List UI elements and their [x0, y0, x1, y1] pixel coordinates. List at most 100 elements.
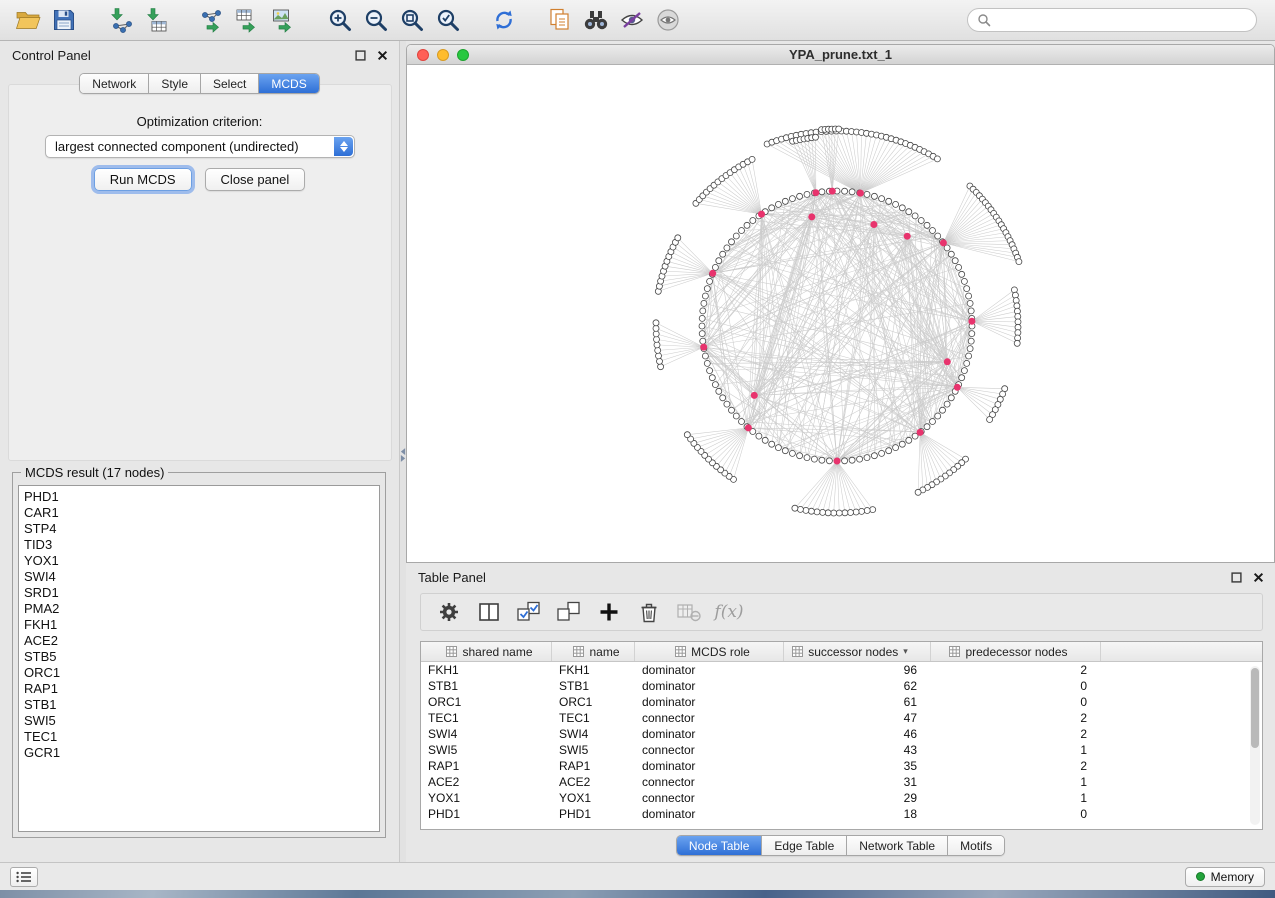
result-node-item[interactable]: ORC1 — [24, 665, 379, 681]
zoom-fit-button[interactable] — [394, 4, 430, 36]
table-cell[interactable]: PHD1 — [552, 806, 635, 822]
result-node-item[interactable]: RAP1 — [24, 681, 379, 697]
show-graphics-details-button[interactable] — [650, 4, 686, 36]
result-node-item[interactable]: TID3 — [24, 537, 379, 553]
task-history-button[interactable] — [10, 867, 38, 887]
result-node-item[interactable]: FKH1 — [24, 617, 379, 633]
tab-motifs[interactable]: Motifs — [948, 836, 1004, 855]
table-cell[interactable]: ORC1 — [421, 694, 552, 710]
table-scrollbar[interactable] — [1250, 666, 1260, 825]
table-cell[interactable]: STB1 — [421, 678, 552, 694]
refresh-layout-button[interactable] — [486, 4, 522, 36]
create-column-button[interactable] — [591, 596, 627, 628]
table-cell[interactable]: 2 — [931, 662, 1101, 678]
tab-style[interactable]: Style — [149, 74, 201, 93]
search-network-button[interactable] — [578, 4, 614, 36]
result-node-item[interactable]: PMA2 — [24, 601, 379, 617]
select-all-columns-button[interactable] — [511, 596, 547, 628]
table-cell[interactable]: PHD1 — [421, 806, 552, 822]
table-cell[interactable]: ACE2 — [421, 774, 552, 790]
control-panel-float-button[interactable] — [354, 49, 367, 62]
column-header-shared-name[interactable]: shared name — [421, 642, 552, 661]
tab-network-table[interactable]: Network Table — [847, 836, 948, 855]
export-network-button[interactable] — [194, 4, 230, 36]
table-cell[interactable]: 43 — [784, 742, 931, 758]
table-cell[interactable]: STB1 — [552, 678, 635, 694]
table-row[interactable]: RAP1RAP1dominator352 — [421, 758, 1262, 774]
column-header-name[interactable]: name — [552, 642, 635, 661]
table-cell[interactable]: dominator — [635, 806, 784, 822]
table-cell[interactable]: 1 — [931, 742, 1101, 758]
export-table-button[interactable] — [230, 4, 266, 36]
result-node-item[interactable]: STB5 — [24, 649, 379, 665]
table-cell[interactable]: ACE2 — [552, 774, 635, 790]
table-row[interactable]: ACE2ACE2connector311 — [421, 774, 1262, 790]
table-cell[interactable]: 96 — [784, 662, 931, 678]
memory-button[interactable]: Memory — [1185, 867, 1265, 887]
hide-graphics-details-button[interactable] — [614, 4, 650, 36]
table-cell[interactable]: FKH1 — [552, 662, 635, 678]
toolbar-search-box[interactable] — [967, 8, 1257, 32]
table-cell[interactable]: dominator — [635, 726, 784, 742]
table-cell[interactable]: 0 — [931, 678, 1101, 694]
table-cell[interactable]: connector — [635, 742, 784, 758]
table-row[interactable]: ORC1ORC1dominator610 — [421, 694, 1262, 710]
table-cell[interactable]: 0 — [931, 694, 1101, 710]
result-node-item[interactable]: ACE2 — [24, 633, 379, 649]
result-node-item[interactable]: TEC1 — [24, 729, 379, 745]
delete-table-button[interactable] — [671, 596, 707, 628]
table-cell[interactable]: 29 — [784, 790, 931, 806]
table-cell[interactable]: 1 — [931, 774, 1101, 790]
deselect-all-columns-button[interactable] — [551, 596, 587, 628]
table-cell[interactable]: connector — [635, 774, 784, 790]
table-row[interactable]: SWI4SWI4dominator462 — [421, 726, 1262, 742]
table-cell[interactable]: YOX1 — [421, 790, 552, 806]
zoom-in-button[interactable] — [322, 4, 358, 36]
table-cell[interactable]: 47 — [784, 710, 931, 726]
table-cell[interactable]: FKH1 — [421, 662, 552, 678]
result-node-item[interactable]: STP4 — [24, 521, 379, 537]
result-node-item[interactable]: SWI4 — [24, 569, 379, 585]
tab-edge-table[interactable]: Edge Table — [762, 836, 847, 855]
zoom-selected-button[interactable] — [430, 4, 466, 36]
table-cell[interactable]: 1 — [931, 790, 1101, 806]
zoom-out-button[interactable] — [358, 4, 394, 36]
table-cell[interactable]: dominator — [635, 662, 784, 678]
table-cell[interactable]: RAP1 — [421, 758, 552, 774]
result-node-item[interactable]: SRD1 — [24, 585, 379, 601]
table-cell[interactable]: 18 — [784, 806, 931, 822]
table-cell[interactable]: 35 — [784, 758, 931, 774]
table-cell[interactable]: dominator — [635, 678, 784, 694]
table-cell[interactable]: TEC1 — [421, 710, 552, 726]
show-columns-button[interactable] — [471, 596, 507, 628]
table-cell[interactable]: 2 — [931, 726, 1101, 742]
table-cell[interactable]: ORC1 — [552, 694, 635, 710]
result-node-item[interactable]: GCR1 — [24, 745, 379, 761]
table-panel-float-button[interactable] — [1230, 571, 1243, 584]
table-row[interactable]: SWI5SWI5connector431 — [421, 742, 1262, 758]
table-row[interactable]: TEC1TEC1connector472 — [421, 710, 1262, 726]
table-cell[interactable]: 61 — [784, 694, 931, 710]
table-cell[interactable]: 31 — [784, 774, 931, 790]
table-row[interactable]: PHD1PHD1dominator180 — [421, 806, 1262, 822]
tab-network[interactable]: Network — [80, 74, 149, 93]
save-session-button[interactable] — [46, 4, 82, 36]
column-header-successor-nodes[interactable]: successor nodes ▾ — [784, 642, 931, 661]
criterion-dropdown[interactable]: largest connected component (undirected) — [45, 135, 355, 158]
tab-select[interactable]: Select — [201, 74, 259, 93]
table-cell[interactable]: 2 — [931, 710, 1101, 726]
run-mcds-button[interactable]: Run MCDS — [94, 168, 192, 191]
table-row[interactable]: FKH1FKH1dominator962 — [421, 662, 1262, 678]
table-settings-button[interactable] — [431, 596, 467, 628]
table-cell[interactable]: 2 — [931, 758, 1101, 774]
table-cell[interactable]: connector — [635, 790, 784, 806]
table-cell[interactable]: SWI4 — [552, 726, 635, 742]
table-cell[interactable]: SWI5 — [421, 742, 552, 758]
tab-node-table[interactable]: Node Table — [677, 836, 763, 855]
table-cell[interactable]: connector — [635, 710, 784, 726]
table-cell[interactable]: RAP1 — [552, 758, 635, 774]
table-panel-close-button[interactable] — [1252, 571, 1265, 584]
table-row[interactable]: YOX1YOX1connector291 — [421, 790, 1262, 806]
network-view-canvas[interactable] — [407, 65, 1274, 562]
mcds-result-list[interactable]: PHD1CAR1STP4TID3YOX1SWI4SRD1PMA2FKH1ACE2… — [18, 485, 380, 832]
